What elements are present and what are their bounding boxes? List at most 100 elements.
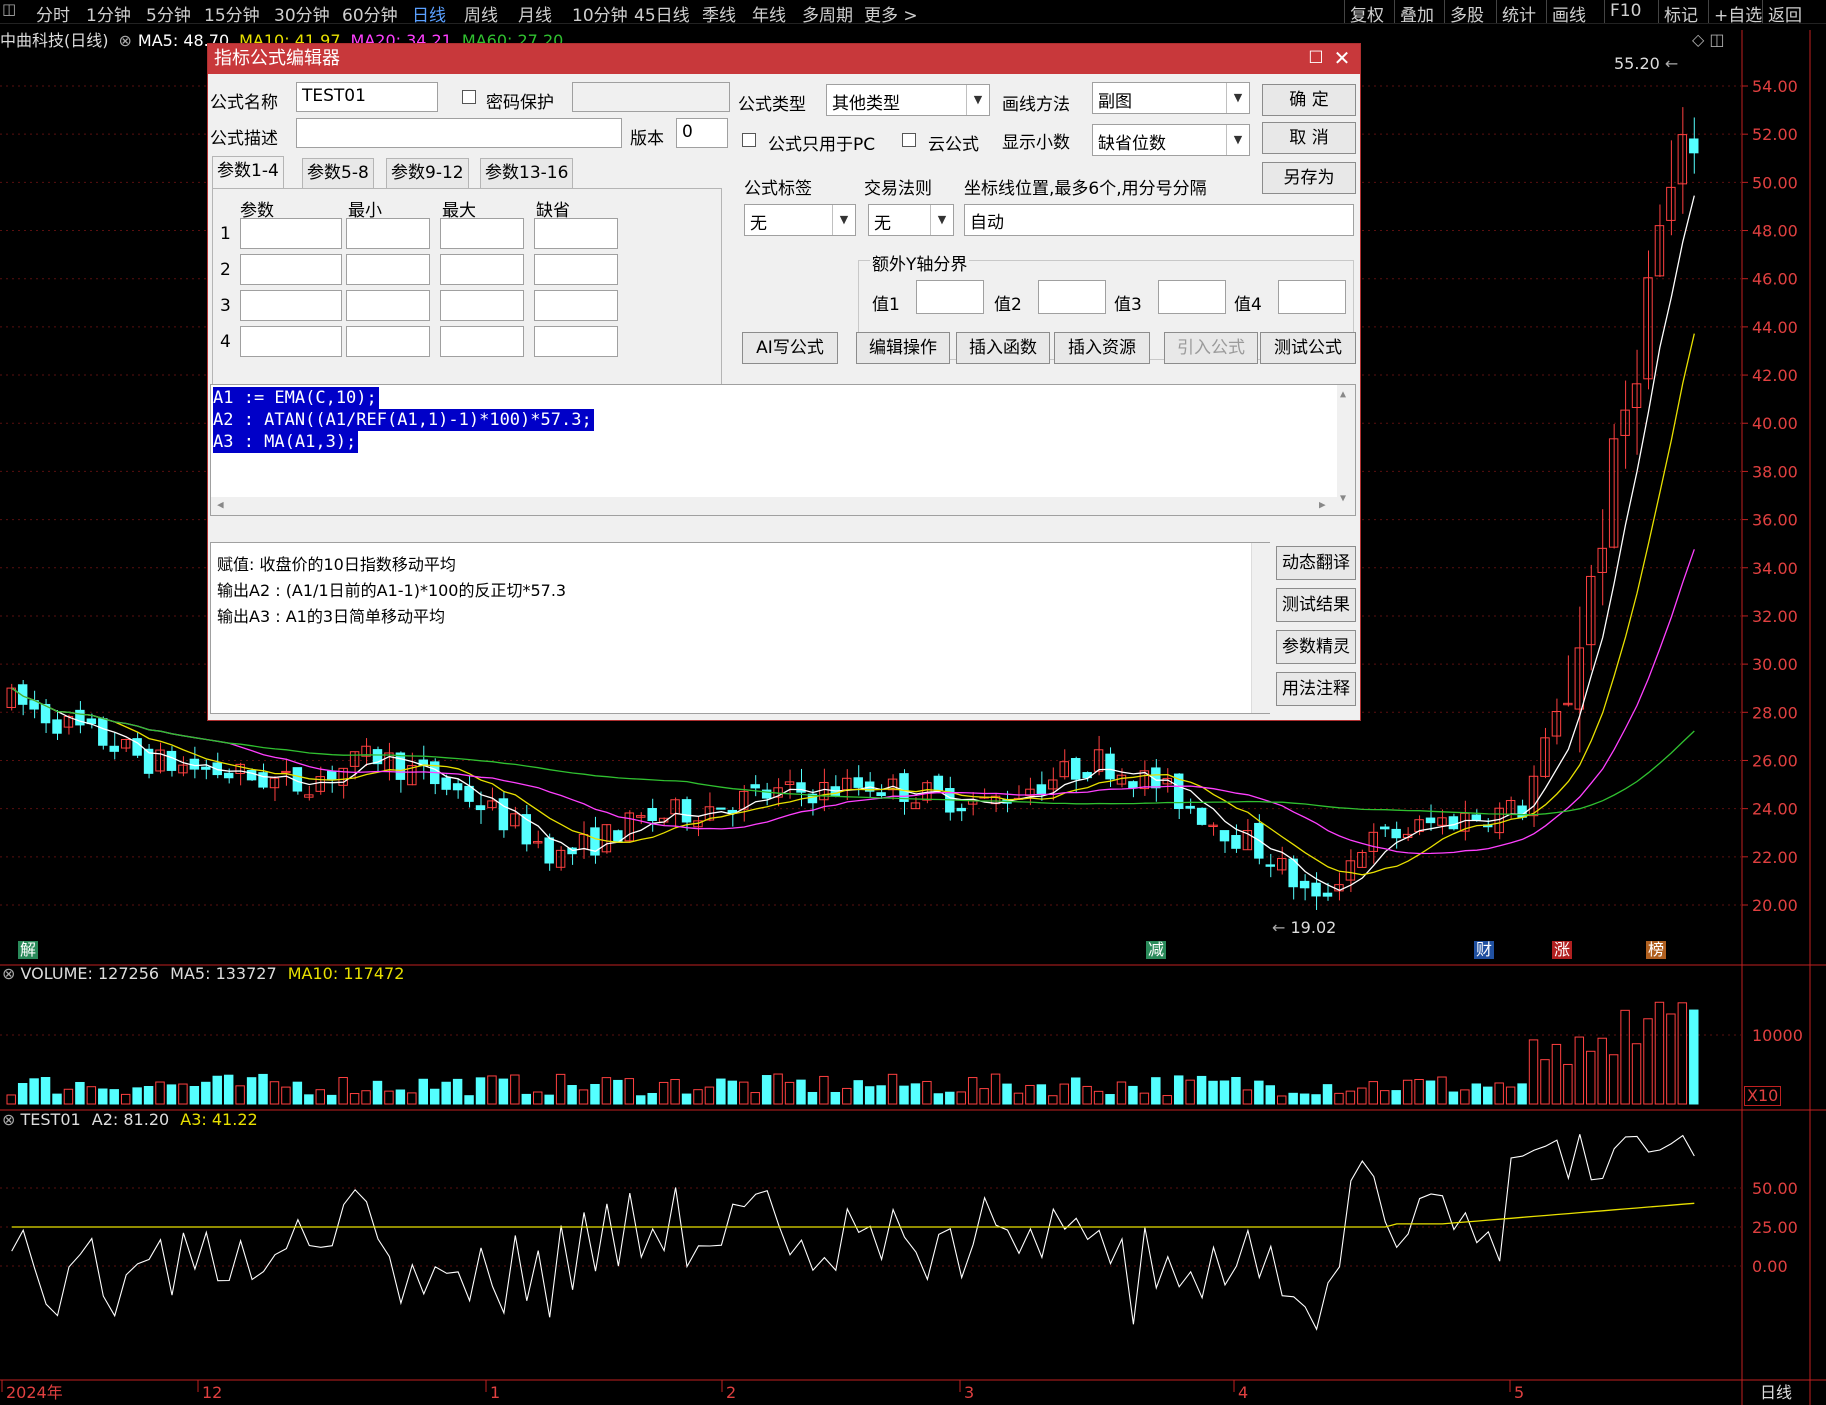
pc-only-checkbox[interactable]: [742, 133, 756, 147]
param-cell[interactable]: [440, 254, 524, 285]
param-tab-3[interactable]: 参数13-16: [480, 158, 574, 188]
candle-body: [17, 684, 28, 705]
toolbar-item-3[interactable]: 统计: [1502, 1, 1536, 26]
maximize-icon[interactable]: ☐: [1304, 47, 1328, 69]
editor-button-2[interactable]: 插入函数: [956, 332, 1050, 364]
period-tab-6[interactable]: 日线: [412, 1, 446, 26]
panel-toggle-icon[interactable]: ◫: [2, 0, 16, 18]
period-tab-7[interactable]: 周线: [464, 1, 498, 26]
toolbar-item-2[interactable]: 多股: [1450, 1, 1484, 26]
period-tab-0[interactable]: 分时: [36, 1, 70, 26]
period-tab-5[interactable]: 60分钟: [342, 1, 398, 26]
editor-button-5[interactable]: 测试公式: [1260, 332, 1356, 364]
period-tab-13[interactable]: 多周期: [802, 1, 853, 26]
param-tab-1[interactable]: 参数5-8: [302, 158, 374, 188]
period-tab-11[interactable]: 季线: [702, 1, 736, 26]
settings-icon[interactable]: ⊗: [119, 31, 132, 50]
marker-reduce[interactable]: 减: [1146, 941, 1167, 959]
param-cell[interactable]: [240, 254, 342, 285]
formula-code-editor[interactable]: A1 := EMA(C,10); A2 : ATAN((A1/REF(A1,1)…: [210, 384, 1356, 516]
formula-type-select[interactable]: 其他类型 ▼: [826, 84, 990, 116]
desc-scrollbar[interactable]: [1251, 543, 1270, 713]
extra-y-input-2[interactable]: [1038, 280, 1106, 314]
formula-desc-input[interactable]: [296, 118, 622, 148]
scroll-right-icon[interactable]: ▶: [1319, 498, 1326, 511]
scroll-up-icon[interactable]: ▲: [1340, 389, 1346, 400]
side-button-0[interactable]: 动态翻译: [1276, 546, 1356, 580]
param-cell[interactable]: [240, 218, 342, 249]
save-as-button[interactable]: 另存为: [1262, 162, 1356, 194]
param-cell[interactable]: [534, 254, 618, 285]
cloud-checkbox[interactable]: [902, 133, 916, 147]
password-checkbox[interactable]: [462, 90, 476, 104]
param-cell[interactable]: [440, 326, 524, 357]
volume-settings-icon[interactable]: ⊗: [2, 964, 15, 983]
param-cell[interactable]: [240, 326, 342, 357]
param-tab-2[interactable]: 参数9-12: [386, 158, 469, 188]
ok-button[interactable]: 确 定: [1262, 84, 1356, 116]
period-tab-10[interactable]: 45日线: [634, 1, 690, 26]
decimals-select[interactable]: 缺省位数 ▼: [1092, 124, 1250, 156]
param-cell[interactable]: [346, 218, 430, 249]
period-tab-3[interactable]: 15分钟: [204, 1, 260, 26]
dialog-title-bar[interactable]: 指标公式编辑器 ☐ ✕: [208, 44, 1360, 74]
marker-rank[interactable]: 榜: [1646, 941, 1667, 959]
code-hscrollbar[interactable]: ◀ ▶: [211, 497, 1337, 515]
param-cell[interactable]: [346, 290, 430, 321]
candle-body: [1425, 817, 1436, 824]
volume-bar: [784, 1081, 795, 1105]
code-vscrollbar[interactable]: ▲ ▼: [1337, 385, 1355, 515]
editor-button-4[interactable]: 引入公式: [1164, 332, 1258, 364]
toolbar-item-0[interactable]: 复权: [1350, 1, 1384, 26]
marker-finance[interactable]: 财: [1474, 941, 1495, 959]
param-cell[interactable]: [534, 290, 618, 321]
extra-y-input-4[interactable]: [1278, 280, 1346, 314]
side-button-1[interactable]: 测试结果: [1276, 588, 1356, 622]
period-tab-9[interactable]: 10分钟: [572, 1, 628, 26]
formula-name-input[interactable]: TEST01: [296, 82, 438, 112]
period-tab-2[interactable]: 5分钟: [146, 1, 191, 26]
draw-method-select[interactable]: 副图 ▼: [1092, 82, 1250, 114]
side-button-2[interactable]: 参数精灵: [1276, 630, 1356, 664]
param-cell[interactable]: [534, 218, 618, 249]
param-cell[interactable]: [534, 326, 618, 357]
editor-button-0[interactable]: AI写公式: [742, 332, 838, 364]
toolbar-item-1[interactable]: 叠加: [1400, 1, 1434, 26]
param-cell[interactable]: [440, 218, 524, 249]
scroll-down-icon[interactable]: ▼: [1340, 493, 1346, 504]
param-cell[interactable]: [346, 326, 430, 357]
editor-button-3[interactable]: 插入资源: [1054, 332, 1150, 364]
cancel-button[interactable]: 取 消: [1262, 122, 1356, 154]
version-input[interactable]: 0: [676, 118, 728, 148]
period-tab-12[interactable]: 年线: [752, 1, 786, 26]
toolbar-item-6[interactable]: 标记: [1664, 1, 1698, 26]
marker-unlock[interactable]: 解: [18, 941, 39, 959]
toolbar-item-8[interactable]: 返回: [1768, 1, 1802, 26]
toolbar-item-4[interactable]: 画线: [1552, 1, 1586, 26]
period-tab-14[interactable]: 更多 >: [864, 1, 918, 26]
candle-body: [533, 841, 543, 844]
formula-tag-select[interactable]: 无 ▼: [744, 204, 856, 236]
period-tab-1[interactable]: 1分钟: [86, 1, 131, 26]
editor-button-1[interactable]: 编辑操作: [856, 332, 950, 364]
param-cell[interactable]: [440, 290, 524, 321]
coord-input[interactable]: 自动: [964, 204, 1354, 236]
extra-y-input-3[interactable]: [1158, 280, 1226, 314]
param-cell[interactable]: [240, 290, 342, 321]
trade-rule-select[interactable]: 无 ▼: [868, 204, 954, 236]
password-input[interactable]: [572, 82, 730, 112]
period-tab-4[interactable]: 30分钟: [274, 1, 330, 26]
scroll-left-icon[interactable]: ◀: [217, 498, 224, 511]
extra-y-input-1[interactable]: [916, 280, 984, 314]
pin-icon[interactable]: ◇ ◫: [1692, 30, 1725, 49]
marker-limit-up[interactable]: 涨: [1552, 941, 1573, 959]
period-tab-8[interactable]: 月线: [518, 1, 552, 26]
side-button-3[interactable]: 用法注释: [1276, 672, 1356, 706]
indicator-settings-icon[interactable]: ⊗: [2, 1110, 15, 1129]
close-icon[interactable]: ✕: [1330, 47, 1354, 69]
toolbar-item-5[interactable]: F10: [1610, 1, 1641, 21]
param-tab-0[interactable]: 参数1-4: [212, 156, 284, 188]
toolbar-item-7[interactable]: +自选: [1714, 1, 1762, 26]
date-axis-label: 5: [1514, 1383, 1524, 1402]
param-cell[interactable]: [346, 254, 430, 285]
